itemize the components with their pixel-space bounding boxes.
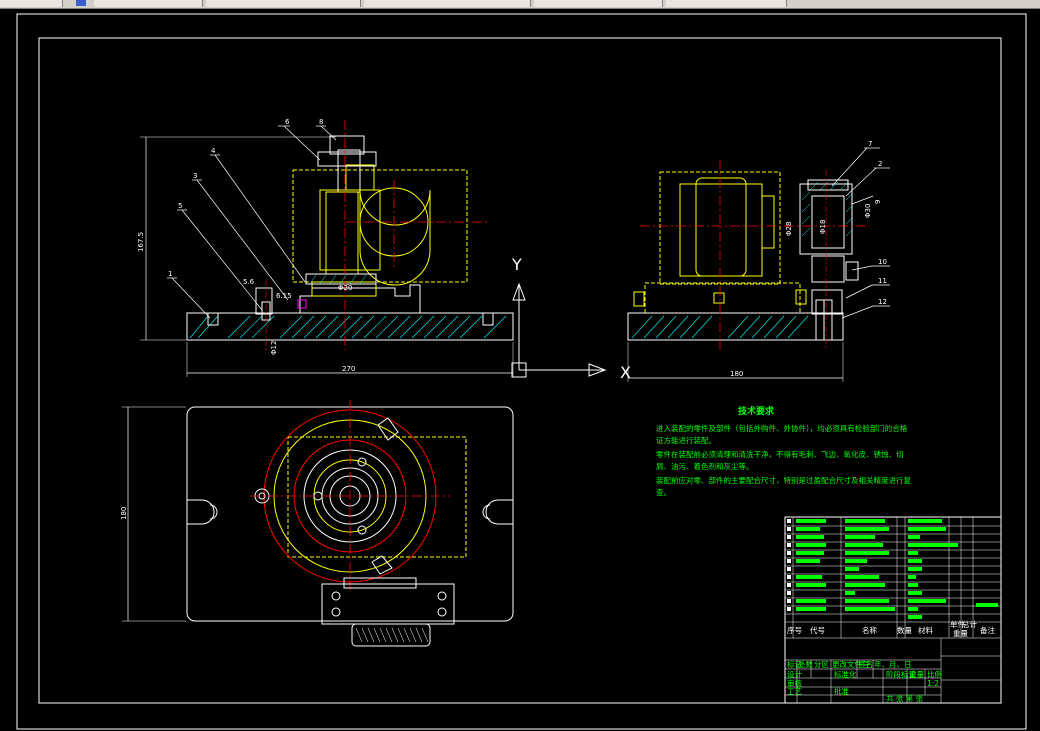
side-diameter-mid: Φ18: [819, 220, 827, 234]
tb-zone: 分区: [814, 660, 829, 669]
leader-label: 12: [878, 298, 887, 306]
title-block: 序号 代号 名称 数量 材料 单件 总计 重量 备注 标记 处数 分区 更改文件…: [784, 516, 1002, 704]
plan-height-dimension: 180: [120, 507, 128, 520]
leader-label: 7: [868, 140, 872, 148]
cad-drawing-canvas[interactable]: 6 8 4 3 5 1 167.5 270 5.6 6.15 Φ12 Φ20 Y…: [0, 0, 1040, 731]
tech-note-line: 进入装配的零件及部件（包括外购件、外协件），均必须具有检验部门的合格: [656, 423, 908, 433]
leader-label: 3: [193, 172, 197, 180]
plan-view: 180: [120, 400, 514, 647]
bore-dimension: Φ20: [338, 284, 352, 292]
front-view: 6 8 4 3 5 1 167.5 270 5.6 6.15 Φ12 Φ20: [137, 118, 514, 377]
tb-scale-value: 1:2: [927, 679, 939, 688]
front-height-dimension: 167.5: [137, 232, 145, 252]
side-width-dimension: 180: [730, 370, 743, 378]
side-diameter-right: Φ30: [864, 204, 872, 218]
leader-label: 6: [285, 118, 290, 126]
tb-process: 工艺: [787, 687, 802, 696]
pin-diameter-dimension: Φ12: [270, 341, 278, 355]
ucs-x-label: X: [620, 363, 631, 382]
leader-label: 1: [168, 270, 172, 278]
bom-header-total-weight: 总计: [962, 619, 977, 629]
leader-label: 4: [211, 147, 216, 155]
tech-requirements-title: 技术要求: [738, 405, 775, 417]
tb-design: 设计: [787, 669, 802, 679]
bom-header-weight: 重量: [953, 629, 968, 638]
leader-label: 10: [878, 258, 887, 266]
tb-date: 年、月、日: [874, 659, 912, 669]
tech-note-line: 零件在装配前必须清理和清洗干净，不得有毛刺、飞边、氧化皮、锈蚀、切: [656, 449, 904, 459]
bom-header-qty: 数量: [897, 625, 912, 635]
technical-requirements: 技术要求 进入装配的零件及部件（包括外购件、外协件），均必须具有检验部门的合格 …: [656, 405, 911, 497]
tb-sheets: 共 张 第 张: [886, 693, 924, 703]
side-diameter-left: Φ28: [785, 222, 793, 236]
leader-label: 2: [878, 160, 882, 168]
front-base-plate: [186, 312, 514, 341]
bom-header-remark: 备注: [980, 625, 995, 635]
ucs-y-label: Y: [511, 255, 522, 274]
tb-approve: 批准: [834, 686, 849, 696]
small-dimension: 5.6: [243, 278, 255, 286]
tb-sign: 签名: [858, 659, 873, 669]
leader-label: 9: [874, 200, 882, 204]
tb-scale: 比例: [927, 669, 942, 679]
leader-label: 8: [319, 118, 323, 126]
leader-label: 5: [178, 202, 182, 210]
tech-note-line: 屑、油污、着色剂和灰尘等。: [656, 461, 754, 471]
tb-std: 标准化: [834, 669, 857, 679]
bom-header-material: 材料: [918, 625, 933, 635]
small-dimension: 6.15: [276, 292, 292, 300]
tech-note-line: 装配前应对零、部件的主要配合尺寸，特别是过盈配合尺寸及相关精度进行复: [656, 475, 911, 485]
tb-count: 处数: [798, 659, 813, 669]
tech-note-line: 查。: [656, 487, 671, 497]
tech-note-line: 证方能进行装配。: [656, 435, 716, 445]
tb-weight: 重量: [909, 670, 924, 679]
bom-header-code: 代号: [810, 625, 825, 635]
side-view: 7 2 9 10 11 12 Φ28 Φ18 Φ30 180: [627, 140, 890, 382]
leader-label: 11: [878, 277, 887, 285]
ucs-icon: Y X: [511, 255, 631, 382]
bom-header-seq: 序号: [787, 625, 802, 635]
front-width-dimension: 270: [342, 365, 355, 373]
bom-header-name: 名称: [862, 625, 877, 635]
